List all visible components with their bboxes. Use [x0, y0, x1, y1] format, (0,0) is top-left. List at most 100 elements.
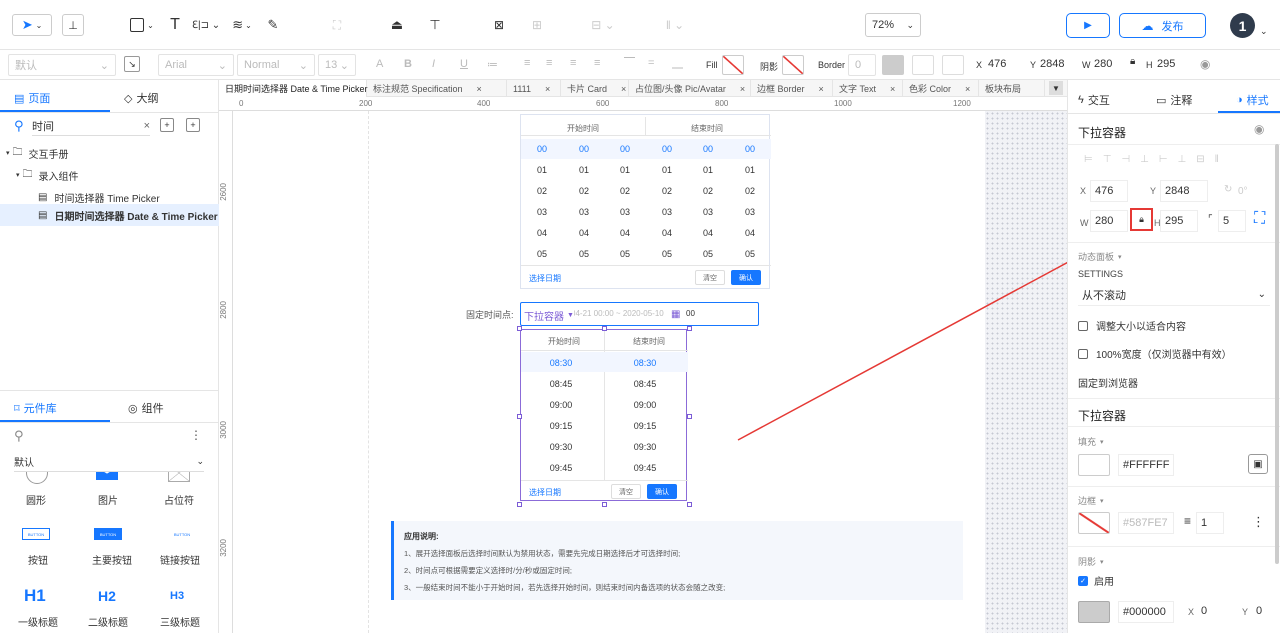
close-icon[interactable]: × [144, 120, 150, 132]
select-date-link[interactable]: 选择日期 [529, 273, 561, 284]
tab-pages[interactable]: ▤ 页面 [14, 90, 50, 106]
border-width-field[interactable]: 1 [1196, 512, 1224, 534]
dynamic-panel-label[interactable]: 动态面板 ▾ [1078, 250, 1122, 263]
time-option[interactable]: 05 [567, 249, 601, 259]
border-dash-button[interactable] [942, 55, 964, 75]
radius-field[interactable]: 5 [1218, 210, 1246, 232]
more-icon[interactable]: ⋮ [190, 428, 202, 442]
search-icon[interactable]: ⚲ [14, 428, 24, 444]
close-icon[interactable]: × [740, 84, 745, 94]
tree-item-manual[interactable]: ▾ 🗀 交互手册 [6, 144, 69, 162]
tree-item-date-time-picker[interactable]: ▤ 日期时间选择器 Date & Time Picker [0, 204, 219, 226]
more-icon[interactable]: ⋮ [1252, 514, 1265, 530]
dropdown-container[interactable]: 开始时间 结束时间 08:30 08:30 08:45 08:45 09:00 09:00… [520, 329, 688, 501]
time-option[interactable]: 00 [691, 144, 725, 154]
close-icon[interactable]: × [545, 84, 550, 94]
time-option[interactable]: 01 [733, 165, 767, 175]
clear-button[interactable]: 清空 [695, 270, 725, 285]
fill-label[interactable]: 填充 ▾ [1078, 435, 1104, 448]
fill-hex-field[interactable]: #FFFFFF [1118, 454, 1174, 476]
time-option[interactable]: 03 [691, 207, 725, 217]
user-avatar[interactable]: 1 [1230, 13, 1255, 38]
rectangle-tool-button[interactable]: ⌄ [124, 14, 160, 36]
tab-style[interactable]: ◑ 样式 [1236, 92, 1269, 108]
time-option[interactable]: 08:45 [617, 379, 673, 389]
tab-avatar[interactable]: 占位图/头像 Pic/Avatar × [629, 80, 751, 97]
input-tool-button[interactable]: ℇ|⊐ ⌄ [190, 14, 222, 36]
shadow-x-field[interactable]: 0 [1201, 605, 1207, 617]
time-option[interactable]: 04 [733, 228, 767, 238]
widget-circle[interactable]: 圆形 [20, 472, 54, 518]
tab-specification[interactable]: 标注规范 Specification × [367, 80, 507, 97]
time-option[interactable]: 03 [567, 207, 601, 217]
confirm-button[interactable]: 确认 [731, 270, 761, 285]
tabs-overflow-button[interactable]: ▼ [1049, 81, 1063, 95]
time-option[interactable]: 01 [691, 165, 725, 175]
format-painter-button[interactable]: ↘ [124, 56, 140, 72]
time-option[interactable]: 02 [650, 186, 684, 196]
tree-item-input-components[interactable]: ▾ 🗀 录入组件 [16, 166, 79, 184]
tab-1111[interactable]: 1111 × [507, 80, 561, 97]
font-color-icon[interactable]: A [376, 58, 383, 70]
crop-tool-button[interactable]: ⛶ [326, 14, 348, 36]
tab-date-time-picker[interactable]: 日期时间选择器 Date & Time Picker [219, 80, 368, 97]
fill-color-swatch[interactable] [1078, 454, 1110, 476]
expand-corners-icon[interactable]: ⛶ [1254, 210, 1265, 228]
time-option[interactable]: 05 [650, 249, 684, 259]
time-option[interactable]: 01 [608, 165, 642, 175]
time-option[interactable]: 09:45 [617, 463, 673, 473]
italic-icon[interactable]: I [432, 58, 435, 70]
shadow-label[interactable]: 阴影 ▾ [1078, 555, 1104, 568]
y-input[interactable]: 2848 [1040, 58, 1064, 70]
time-option[interactable]: 02 [733, 186, 767, 196]
resize-handle[interactable] [687, 414, 692, 419]
time-option[interactable]: 09:30 [533, 442, 589, 452]
align-left-icon[interactable]: ≡ [524, 57, 530, 69]
time-option[interactable]: 05 [525, 249, 559, 259]
time-option[interactable]: 04 [691, 228, 725, 238]
time-option[interactable]: 08:30 [617, 358, 673, 368]
shadow-hex-field[interactable]: #000000 [1118, 601, 1174, 623]
time-option[interactable]: 01 [650, 165, 684, 175]
widget-primary-button[interactable]: BUTTON 主要按钮 [92, 528, 144, 568]
eye-icon[interactable]: ◉ [1200, 57, 1210, 71]
time-option[interactable]: 04 [608, 228, 642, 238]
align-top-button[interactable]: ⏏ [386, 14, 408, 36]
font-style-select[interactable]: 默认 ⌄ [8, 54, 116, 76]
list-icon[interactable]: ≔ [487, 58, 498, 71]
library-select[interactable]: 默认 ⌄ [14, 452, 204, 472]
tab-layout[interactable]: 板块布局 [979, 80, 1045, 97]
add-folder-button[interactable]: + [186, 118, 200, 132]
fill-swatch[interactable] [722, 55, 744, 75]
valign-bottom-icon[interactable]: ⎽ [672, 57, 683, 70]
zoom-select[interactable]: 72% ⌄ [865, 13, 921, 37]
time-option[interactable]: 03 [608, 207, 642, 217]
widget-h1[interactable]: H1 一级标题 [18, 586, 62, 630]
full-width-checkbox[interactable]: 100%宽度（仅浏览器中有效） [1078, 346, 1232, 361]
time-option[interactable]: 05 [608, 249, 642, 259]
image-fill-button[interactable]: ▣ [1248, 454, 1268, 474]
h-field[interactable]: 295 [1160, 210, 1198, 232]
resize-handle[interactable] [517, 326, 522, 331]
resize-handle[interactable] [687, 326, 692, 331]
h-input[interactable]: 295 [1157, 58, 1175, 70]
close-icon[interactable]: × [621, 84, 626, 94]
font-size-select[interactable]: 13 ⌄ [318, 54, 356, 76]
tab-card[interactable]: 卡片 Card × [561, 80, 629, 97]
border-color-swatch[interactable] [882, 55, 904, 75]
align-bottom-button[interactable]: ⊤ [424, 14, 446, 36]
time-option[interactable]: 08:45 [533, 379, 589, 389]
time-option[interactable]: 03 [650, 207, 684, 217]
y-field[interactable]: 2848 [1160, 180, 1208, 202]
time-option[interactable]: 09:45 [533, 463, 589, 473]
select-tool-button[interactable]: ➤ ⌄ [12, 14, 52, 36]
scroll-mode-select[interactable]: 从不滚动 ⌄ [1078, 284, 1270, 306]
time-option[interactable]: 04 [567, 228, 601, 238]
shadow-enable-checkbox[interactable]: ✓ 启用 [1078, 573, 1114, 588]
time-option[interactable]: 09:15 [533, 421, 589, 431]
pen-tool-button[interactable]: ✎ [262, 14, 284, 36]
widget-h2[interactable]: H2 二级标题 [88, 586, 132, 630]
align-center-icon[interactable]: ≡ [546, 57, 552, 69]
x-field[interactable]: 476 [1090, 180, 1128, 202]
time-option[interactable]: 04 [525, 228, 559, 238]
